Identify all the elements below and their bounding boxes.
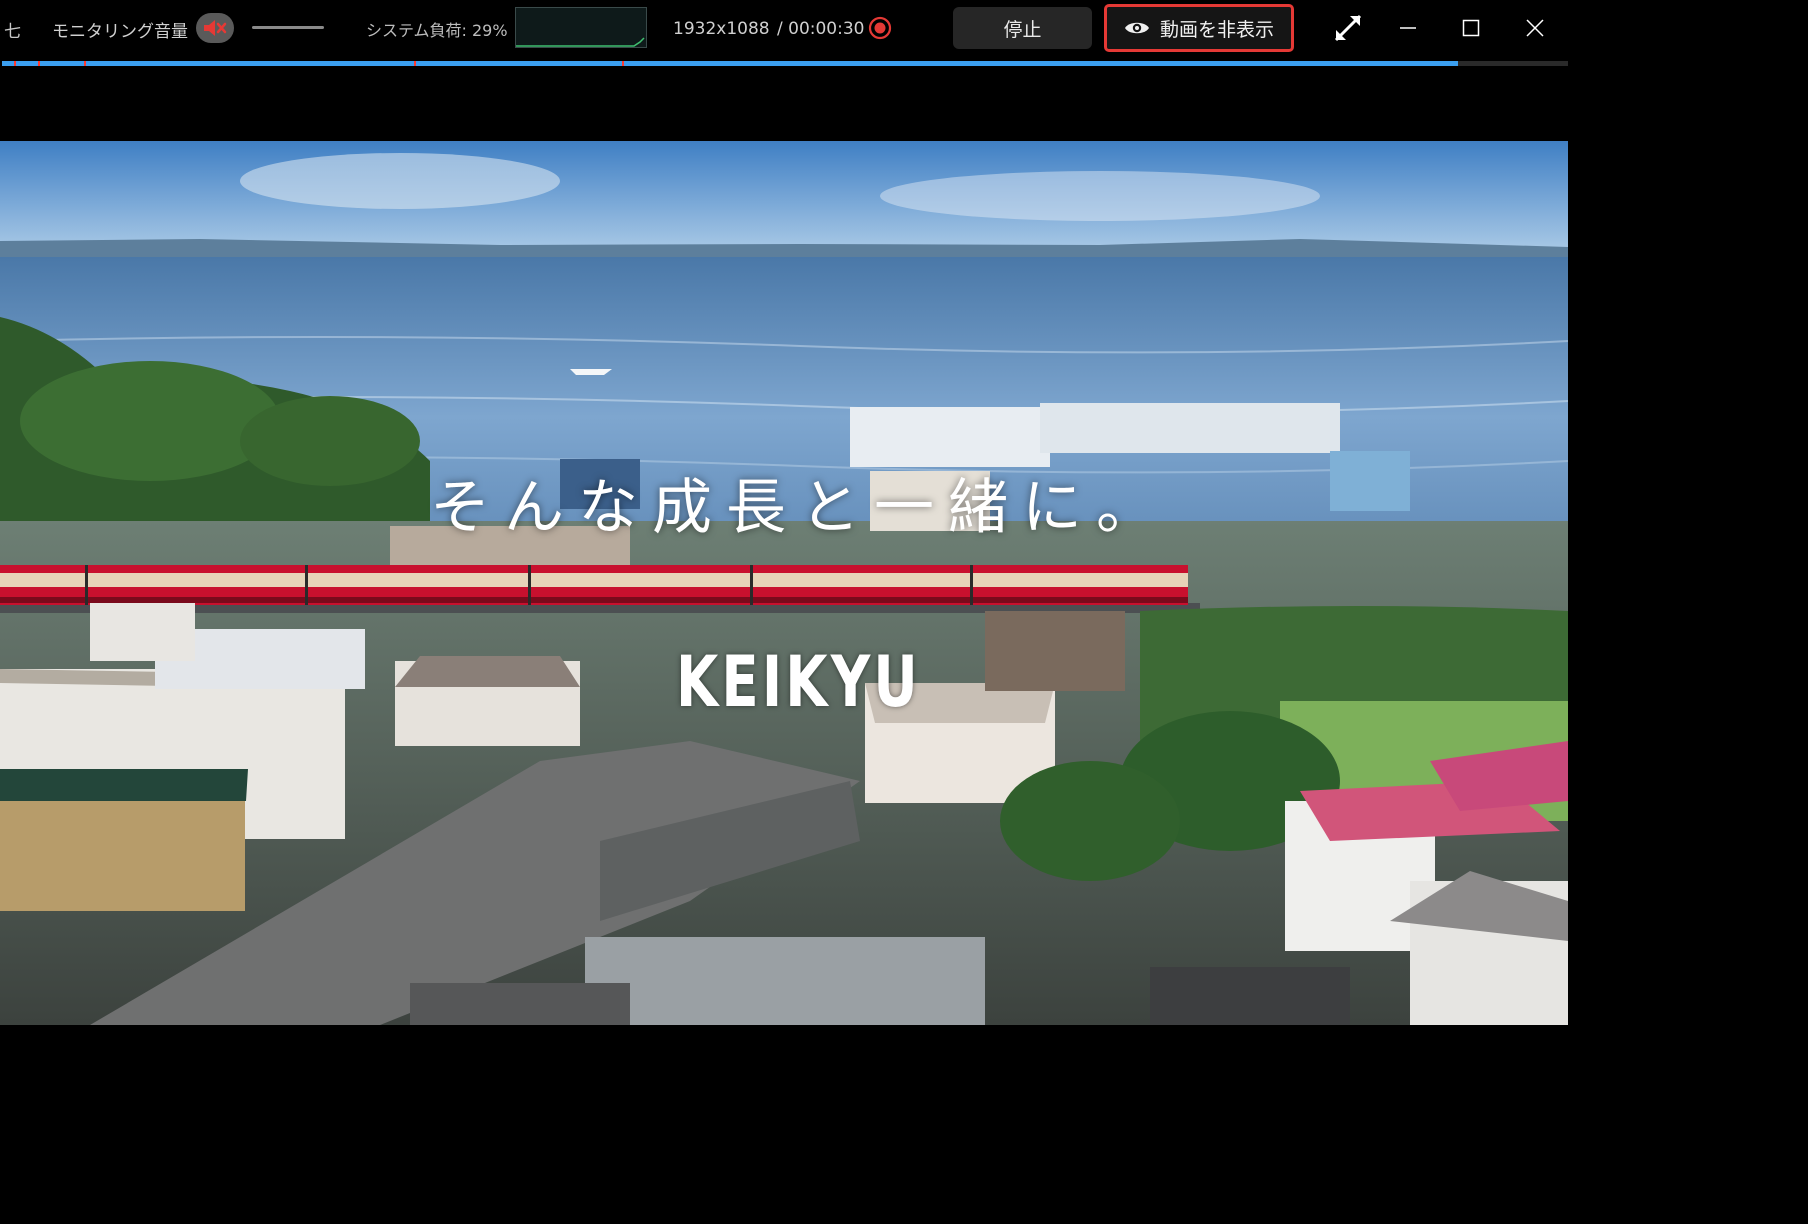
- progress-marker: [38, 61, 40, 66]
- progress-marker: [14, 61, 16, 66]
- hide-video-label: 動画を非表示: [1159, 18, 1274, 41]
- video-caption: そんな成長と一緒に。: [430, 473, 1170, 543]
- resolution-readout: 1932x1088: [673, 19, 770, 39]
- progress-marker: [622, 61, 624, 66]
- fullscreen-button[interactable]: [1328, 10, 1368, 46]
- fullscreen-icon: [1334, 14, 1362, 42]
- progress-marker: [414, 61, 416, 66]
- mute-button[interactable]: [196, 13, 234, 43]
- stop-button[interactable]: 停止: [953, 7, 1092, 49]
- maximize-button[interactable]: [1451, 10, 1491, 46]
- video-scene: [0, 141, 1568, 1025]
- volume-slider[interactable]: [252, 26, 324, 29]
- mute-icon: [204, 20, 227, 36]
- system-load-graph: [515, 7, 647, 48]
- progress-marker: [84, 61, 86, 66]
- video-frame: そんな成長と一緒に。 KEIKYU: [0, 141, 1568, 1025]
- hide-video-button[interactable]: 動画を非表示: [1104, 4, 1294, 52]
- playback-progress-bar[interactable]: [2, 61, 1568, 66]
- truncated-label: 七: [4, 21, 21, 42]
- system-load-label: システム負荷: 29%: [366, 21, 508, 40]
- minimize-icon: [1400, 27, 1416, 29]
- brand-logo-text: KEIKYU: [676, 641, 921, 723]
- record-icon: [868, 16, 892, 40]
- sky: [0, 141, 1568, 251]
- maximize-icon: [1462, 19, 1480, 37]
- close-icon: [1526, 19, 1544, 37]
- close-button[interactable]: [1515, 10, 1555, 46]
- progress-fill: [2, 61, 1459, 66]
- timecode-readout: / 00:00:30: [777, 19, 865, 39]
- train: [0, 565, 1188, 605]
- toolbar: 七 モニタリング音量 システム負荷: 29% 1932x1088 / 00:00…: [0, 0, 1568, 60]
- minimize-button[interactable]: [1388, 10, 1428, 46]
- eye-icon: [1124, 22, 1149, 34]
- monitoring-volume-label: モニタリング音量: [52, 21, 188, 42]
